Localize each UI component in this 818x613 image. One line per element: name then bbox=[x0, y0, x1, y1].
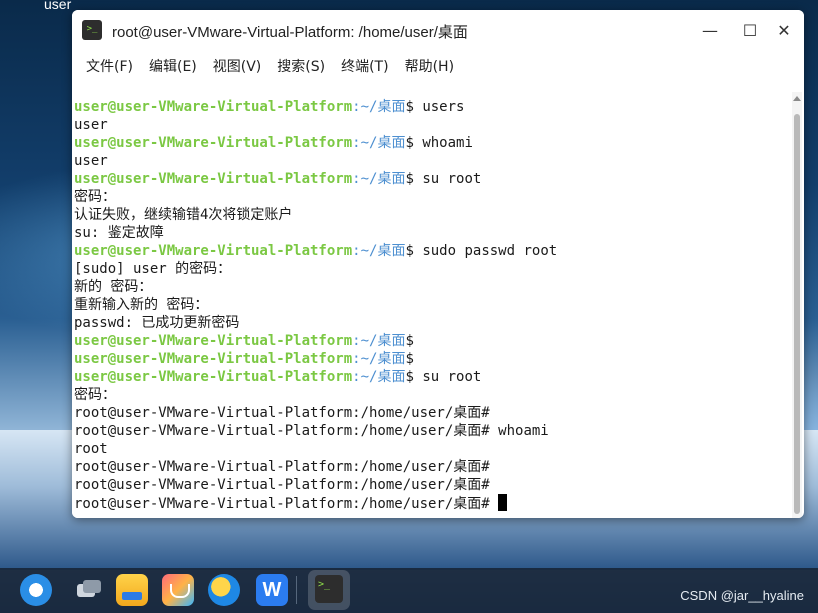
command-text: whoami bbox=[489, 423, 549, 439]
prompt-user-host: user@user-VMware-Virtual-Platform bbox=[74, 333, 353, 349]
output-text: 重新输入新的 密码： bbox=[74, 297, 209, 313]
terminal-line: root@user-VMware-Virtual-Platform:/home/… bbox=[74, 458, 790, 476]
output-text: root bbox=[74, 441, 108, 457]
file-manager-icon[interactable] bbox=[116, 574, 148, 606]
output-text: user bbox=[74, 117, 108, 133]
scroll-up-arrow-icon[interactable] bbox=[793, 96, 801, 101]
root-prompt: root@user-VMware-Virtual-Platform:/home/… bbox=[74, 423, 490, 439]
terminal-line: root@user-VMware-Virtual-Platform:/home/… bbox=[74, 476, 790, 494]
multitask-view-icon[interactable] bbox=[72, 574, 104, 606]
terminal-line: 新的 密码： bbox=[74, 278, 790, 296]
terminal-line: root@user-VMware-Virtual-Platform:/home/… bbox=[74, 404, 790, 422]
terminal-taskbar-button[interactable]: >_ bbox=[308, 570, 350, 610]
output-text: 新的 密码： bbox=[74, 279, 153, 295]
terminal-line: user@user-VMware-Virtual-Platform:~/桌面$ bbox=[74, 350, 790, 368]
terminal-line: root@user-VMware-Virtual-Platform:/home/… bbox=[74, 494, 790, 512]
menu-terminal[interactable]: 终端(T) bbox=[333, 56, 396, 76]
command-text bbox=[490, 496, 498, 512]
prompt-user-host: user@user-VMware-Virtual-Platform bbox=[74, 135, 353, 151]
browser-icon[interactable] bbox=[208, 574, 240, 606]
terminal-line: 重新输入新的 密码： bbox=[74, 296, 790, 314]
prompt-path: :~/桌面 bbox=[352, 171, 406, 187]
output-text: passwd: 已成功更新密码 bbox=[74, 315, 240, 331]
terminal-line: user bbox=[74, 116, 790, 134]
title-bar[interactable]: >_ root@user-VMware-Virtual-Platform: /h… bbox=[72, 10, 804, 50]
prompt-user-host: user@user-VMware-Virtual-Platform bbox=[74, 243, 353, 259]
watermark-text: CSDN @jar__hyaline bbox=[680, 588, 804, 603]
output-text: user bbox=[74, 153, 108, 169]
minimize-button[interactable]: — bbox=[698, 18, 722, 42]
terminal-line: su: 鉴定故障 bbox=[74, 224, 790, 242]
menu-edit[interactable]: 编辑(E) bbox=[141, 56, 205, 76]
prompt-dollar: $ bbox=[405, 135, 414, 151]
terminal-line: user bbox=[74, 152, 790, 170]
window-title: root@user-VMware-Virtual-Platform: /home… bbox=[112, 24, 468, 41]
maximize-button[interactable]: ☐ bbox=[738, 18, 762, 42]
vertical-scrollbar[interactable] bbox=[792, 92, 802, 518]
kylin-start-icon[interactable] bbox=[20, 574, 52, 606]
terminal-line: passwd: 已成功更新密码 bbox=[74, 314, 790, 332]
terminal-line: user@user-VMware-Virtual-Platform:~/桌面$ … bbox=[74, 134, 790, 152]
desktop-user-label[interactable]: user bbox=[44, 0, 71, 12]
output-text: su: 鉴定故障 bbox=[74, 225, 164, 241]
prompt-path: :~/桌面 bbox=[352, 351, 406, 367]
output-text: 认证失败，继续输错4次将锁定账户 bbox=[74, 207, 293, 223]
root-prompt: root@user-VMware-Virtual-Platform:/home/… bbox=[74, 496, 490, 512]
terminal-line: root bbox=[74, 440, 790, 458]
close-button[interactable]: ✕ bbox=[772, 18, 796, 42]
terminal-line: user@user-VMware-Virtual-Platform:~/桌面$ … bbox=[74, 242, 790, 260]
output-text: 密码： bbox=[74, 189, 116, 205]
scrollbar-thumb[interactable] bbox=[794, 114, 800, 514]
prompt-dollar: $ bbox=[405, 99, 414, 115]
command-text: whoami bbox=[413, 135, 473, 151]
terminal-line: user@user-VMware-Virtual-Platform:~/桌面$ bbox=[74, 332, 790, 350]
text-cursor bbox=[498, 494, 508, 511]
output-text: 密码： bbox=[74, 387, 116, 403]
terminal-line: 密码： bbox=[74, 386, 790, 404]
terminal-line: root@user-VMware-Virtual-Platform:/home/… bbox=[74, 422, 790, 440]
prompt-path: :~/桌面 bbox=[352, 369, 406, 385]
menu-search[interactable]: 搜索(S) bbox=[269, 56, 333, 76]
prompt-path: :~/桌面 bbox=[352, 99, 406, 115]
command-text: users bbox=[413, 99, 465, 115]
prompt-path: :~/桌面 bbox=[352, 333, 406, 349]
prompt-dollar: $ bbox=[405, 333, 414, 349]
terminal-window: >_ root@user-VMware-Virtual-Platform: /h… bbox=[72, 10, 804, 518]
root-prompt: root@user-VMware-Virtual-Platform:/home/… bbox=[74, 477, 490, 493]
terminal-line: 密码： bbox=[74, 188, 790, 206]
prompt-user-host: user@user-VMware-Virtual-Platform bbox=[74, 99, 353, 115]
menu-bar: 文件(F) 编辑(E) 视图(V) 搜索(S) 终端(T) 帮助(H) bbox=[72, 52, 804, 80]
prompt-dollar: $ bbox=[405, 351, 414, 367]
terminal-line: user@user-VMware-Virtual-Platform:~/桌面$ … bbox=[74, 368, 790, 386]
terminal-line: user@user-VMware-Virtual-Platform:~/桌面$ … bbox=[74, 98, 790, 116]
prompt-user-host: user@user-VMware-Virtual-Platform bbox=[74, 369, 353, 385]
prompt-dollar: $ bbox=[405, 171, 414, 187]
prompt-dollar: $ bbox=[405, 369, 414, 385]
output-text: [sudo] user 的密码： bbox=[74, 261, 232, 277]
terminal-line: user@user-VMware-Virtual-Platform:~/桌面$ … bbox=[74, 170, 790, 188]
terminal-icon: >_ bbox=[315, 575, 343, 603]
terminal-output[interactable]: user@user-VMware-Virtual-Platform:~/桌面$ … bbox=[72, 92, 790, 518]
wps-icon[interactable]: W bbox=[256, 574, 288, 606]
menu-help[interactable]: 帮助(H) bbox=[397, 56, 462, 76]
root-prompt: root@user-VMware-Virtual-Platform:/home/… bbox=[74, 405, 490, 421]
command-text: sudo passwd root bbox=[413, 243, 558, 259]
menu-view[interactable]: 视图(V) bbox=[205, 56, 270, 76]
terminal-line: [sudo] user 的密码： bbox=[74, 260, 790, 278]
prompt-path: :~/桌面 bbox=[352, 243, 406, 259]
terminal-app-icon: >_ bbox=[82, 20, 102, 40]
taskbar-separator bbox=[296, 576, 297, 604]
prompt-user-host: user@user-VMware-Virtual-Platform bbox=[74, 351, 353, 367]
software-store-icon[interactable] bbox=[162, 574, 194, 606]
prompt-dollar: $ bbox=[405, 243, 414, 259]
menu-file[interactable]: 文件(F) bbox=[78, 56, 141, 76]
command-text: su root bbox=[413, 171, 482, 187]
command-text: su root bbox=[413, 369, 482, 385]
prompt-path: :~/桌面 bbox=[352, 135, 406, 151]
prompt-user-host: user@user-VMware-Virtual-Platform bbox=[74, 171, 353, 187]
root-prompt: root@user-VMware-Virtual-Platform:/home/… bbox=[74, 459, 490, 475]
terminal-line: 认证失败，继续输错4次将锁定账户 bbox=[74, 206, 790, 224]
